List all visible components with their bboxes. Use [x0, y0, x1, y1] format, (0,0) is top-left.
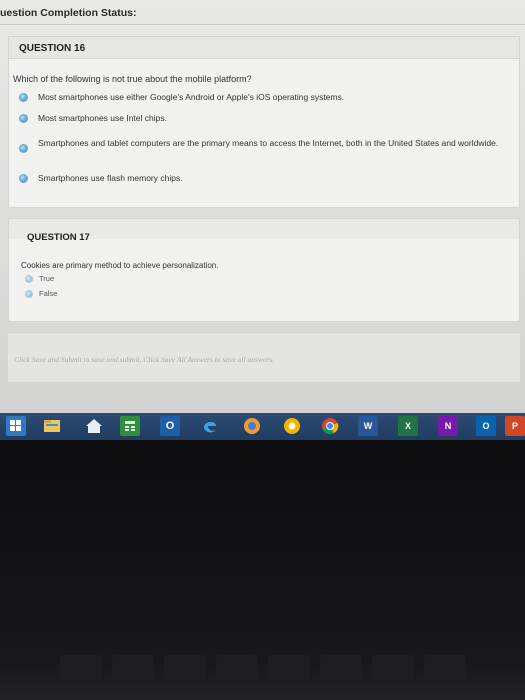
question-16-header	[9, 37, 519, 59]
question-16-option-2[interactable]: Most smartphones use Intel chips.	[19, 113, 167, 123]
question-17-option-true[interactable]: True	[25, 274, 54, 284]
edge-icon[interactable]	[200, 416, 220, 436]
radio-button[interactable]	[19, 144, 28, 153]
option-label: True	[39, 274, 55, 283]
radio-button[interactable]	[19, 174, 28, 183]
option-label: False	[39, 289, 58, 298]
browser-viewport: uestion Completion Status: QUESTION 16 W…	[0, 0, 525, 420]
option-label: Most smartphones use either Google's And…	[38, 92, 345, 102]
question-17-prompt: Cookies are primary method to achieve pe…	[21, 261, 219, 270]
radio-button[interactable]	[19, 93, 28, 102]
keyboard-key	[372, 655, 414, 681]
option-label: Most smartphones use Intel chips.	[38, 113, 167, 123]
option-label: Smartphones use flash memory chips.	[38, 173, 183, 183]
chrome-icon[interactable]	[320, 416, 340, 436]
question-16-title: QUESTION 16	[19, 43, 86, 54]
question-17-title: QUESTION 17	[27, 232, 90, 243]
home-icon[interactable]	[84, 416, 104, 436]
word-letter: W	[363, 421, 373, 431]
question-16-prompt: Which of the following is not true about…	[13, 74, 252, 84]
question-16-panel: QUESTION 16 Which of the following is no…	[8, 36, 520, 208]
calculator-icon[interactable]	[120, 416, 140, 436]
radio-button[interactable]	[19, 114, 28, 123]
onenote-letter: N	[444, 421, 452, 431]
word-icon[interactable]: W	[358, 416, 378, 436]
excel-icon[interactable]: X	[398, 416, 418, 436]
chrome-canary-icon[interactable]	[282, 416, 302, 436]
keyboard-key	[216, 655, 258, 681]
windows-icon[interactable]	[6, 416, 26, 436]
question-16-option-3[interactable]: Smartphones and tablet computers are the…	[19, 138, 509, 153]
submit-instructions-bar: Click Save and Submit to save and submit…	[8, 332, 520, 382]
windows-taskbar: O W X N O P	[0, 413, 525, 440]
keyboard-key	[112, 655, 154, 681]
powerpoint-icon[interactable]: P	[505, 416, 525, 436]
submit-instructions: Click Save and Submit to save and submit…	[14, 355, 274, 364]
onenote-icon[interactable]: N	[438, 416, 458, 436]
excel-letter: X	[404, 421, 411, 431]
keyboard-key	[320, 655, 362, 681]
outlook-letter-2: O	[482, 421, 490, 431]
radio-button[interactable]	[25, 275, 33, 283]
outlook-icon-2[interactable]: O	[476, 416, 496, 436]
photos-icon[interactable]	[242, 416, 262, 436]
keyboard-row	[0, 655, 525, 685]
question-16-option-4[interactable]: Smartphones use flash memory chips.	[19, 173, 183, 183]
option-label: Smartphones and tablet computers are the…	[38, 138, 499, 148]
keyboard-key	[60, 655, 102, 681]
divider	[0, 24, 525, 25]
outlook-icon[interactable]: O	[160, 416, 180, 436]
question-16-option-1[interactable]: Most smartphones use either Google's And…	[19, 92, 344, 102]
question-completion-status: uestion Completion Status:	[0, 7, 137, 19]
radio-button[interactable]	[25, 290, 33, 298]
question-17-panel: QUESTION 17 Cookies are primary method t…	[8, 218, 520, 322]
keyboard-key	[424, 655, 466, 681]
powerpoint-letter: P	[511, 421, 518, 431]
keyboard-key	[268, 655, 310, 681]
question-17-option-false[interactable]: False	[25, 289, 57, 299]
file-explorer-icon[interactable]	[42, 416, 62, 436]
keyboard-key	[164, 655, 206, 681]
outlook-letter: O	[165, 420, 175, 432]
